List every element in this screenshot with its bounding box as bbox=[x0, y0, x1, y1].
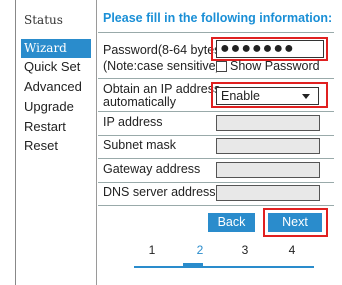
dns-server-input[interactable] bbox=[216, 185, 320, 201]
show-password-checkbox[interactable] bbox=[216, 61, 227, 72]
obtain-ip-label-line1: Obtain an IP address bbox=[103, 82, 221, 96]
sidebar-item-quick-set[interactable]: Quick Set bbox=[21, 57, 91, 76]
back-button[interactable]: Back bbox=[208, 213, 255, 232]
row-divider bbox=[98, 111, 334, 112]
sidebar-item-advanced[interactable]: Advanced bbox=[21, 77, 91, 96]
row-divider bbox=[98, 78, 334, 79]
sidebar-item-wizard[interactable]: Wizard bbox=[21, 39, 91, 58]
obtain-ip-label-line2: automatically bbox=[103, 95, 176, 109]
row-divider bbox=[98, 32, 334, 33]
wizard-form: Please fill in the following information… bbox=[98, 0, 342, 285]
gateway-address-input[interactable] bbox=[216, 162, 320, 178]
ip-address-label: IP address bbox=[103, 115, 163, 129]
subnet-mask-label: Subnet mask bbox=[103, 138, 176, 152]
dns-server-label: DNS server address bbox=[103, 185, 216, 199]
gateway-address-label: Gateway address bbox=[103, 162, 201, 176]
page-indicator-1: 1 bbox=[148, 243, 156, 257]
row-divider bbox=[98, 158, 334, 159]
sidebar-item-restart[interactable]: Restart bbox=[21, 117, 91, 136]
obtain-ip-highlight bbox=[211, 82, 328, 108]
row-divider bbox=[98, 135, 334, 136]
form-heading: Please fill in the following information… bbox=[103, 11, 333, 25]
next-button-highlight bbox=[263, 208, 328, 237]
sidebar: Status Wizard Quick Set Advanced Upgrade… bbox=[21, 0, 95, 285]
sidebar-divider bbox=[96, 0, 97, 285]
sidebar-item-upgrade[interactable]: Upgrade bbox=[21, 97, 91, 116]
row-divider bbox=[98, 205, 334, 206]
row-divider bbox=[98, 182, 334, 183]
password-label: Password(8-64 bytes) bbox=[103, 43, 225, 57]
sidebar-item-reset[interactable]: Reset bbox=[21, 136, 91, 155]
page-indicator-2: 2 bbox=[196, 243, 204, 257]
password-highlight bbox=[211, 37, 328, 61]
progress-current-marker bbox=[183, 263, 203, 268]
progress-track bbox=[134, 266, 314, 268]
sidebar-item-status[interactable]: Status bbox=[21, 11, 91, 30]
subnet-mask-input[interactable] bbox=[216, 138, 320, 154]
show-password-label: Show Password bbox=[230, 59, 320, 73]
ip-address-input[interactable] bbox=[216, 115, 320, 131]
page-indicator-3: 3 bbox=[241, 243, 249, 257]
password-note: (Note:case sensitive) bbox=[103, 59, 220, 73]
page-indicator-4: 4 bbox=[288, 243, 296, 257]
